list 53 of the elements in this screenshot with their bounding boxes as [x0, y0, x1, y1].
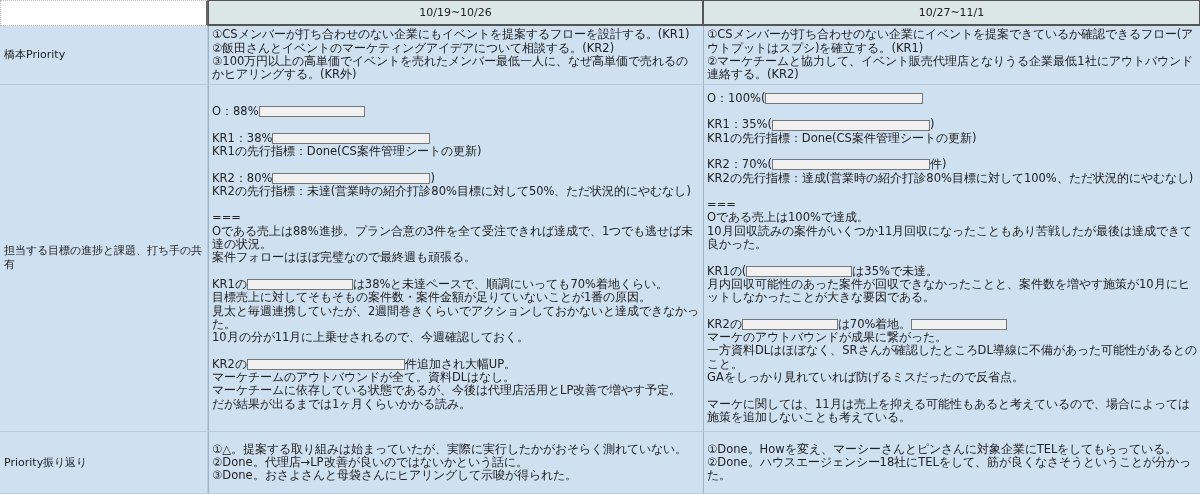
row-label: 橋本Priority: [0, 26, 208, 85]
cell-text: マーケに関しては、11月は売上を抑える可能性もあると考えているので、場合によっては施策を追加しないことも考えている。: [707, 397, 1191, 425]
cell-text: ===: [707, 198, 737, 212]
cell-text: 10月の分が11月に上乗せされるので、今週確認しておく。: [212, 331, 531, 345]
cell-text: ): [929, 118, 935, 132]
cell-text: ②マーケチームと協力して、イベント販売代理店となりうる企業最低1社にアウトバウンド連絡する。(KR2): [707, 55, 1194, 82]
cell-text: マーケのアウトバウンドが成果に繋がった。: [707, 331, 948, 345]
cell-text: Oである売上は100%で達成。: [707, 211, 870, 225]
cell-text: 案件フォローはほぼ完璧なので最終週も頑張る。: [212, 251, 477, 265]
cell-text: ②飯田さんとイベントのマーケティングアイデアについて相談する。(KR2): [212, 41, 616, 55]
cell-text: は35%で未達。: [852, 264, 938, 278]
cell-text: ①CSメンバーが打ち合わせのない企業にイベントを提案できているか確認できるフロー(アウトプットはスプシ)を確立する。(KR1): [707, 28, 1195, 55]
cell-text: ①△。提案する取り組みは始まっていたが、実際に実行したかがおそらく測れていない。: [212, 442, 689, 456]
cell-text: KR2の: [707, 317, 742, 332]
column-header: 10/27~11/1: [703, 0, 1200, 26]
cell-text: KR1の先行指標：Done(CS案件管理シートの更新): [212, 144, 483, 159]
cell-text: ②Done。代理店→LP改善が良いのではないかという話に。: [212, 455, 528, 470]
cell-text: KR2の先行指標：達成(営業時の紹介打診80%目標に対して100%、ただ状況的にやむなし): [707, 171, 1195, 185]
cell-text: KR1：35%(: [707, 118, 772, 132]
cell-text: 件): [929, 158, 947, 172]
cell-text: ①Done。Howを変え、マーシーさんとピンさんに対象企業にTELをしてもらっている。: [707, 442, 1179, 456]
cell-text: ③Done。おさよさんと母袋さんにヒアリングして示唆が得られた。: [212, 469, 578, 483]
cell-text: KR1：38%: [212, 131, 273, 145]
cell-text: 月内回収可能性のあった案件が回収できなかったことと、案件数を増やす施策が10月にヒットしなかったことが大きな要因である。: [707, 277, 1191, 305]
cell-text: 件追加され大幅UP。: [404, 357, 517, 371]
cell-text: GAをしっかり見れていれば防げるミスだったので反省点。: [707, 371, 1025, 385]
cell-text: マーケチームのアウトバウンドが全て。資料DLはなし。: [212, 371, 516, 385]
cell-text: 見太と毎週連携していたが、2週間巻きくらいでアクションしておかないと達成できなかった。: [212, 304, 700, 331]
cell-text: KR2の: [212, 357, 247, 371]
cell-text: だが結果が出るまでは1ヶ月くらいかかる読み。: [212, 397, 473, 411]
cell-text: Oである売上は88%進捗。プラン合意の3件を全て受注できれば達成で、1つでも逃せば未達の状況。: [212, 224, 695, 252]
column-header: 10/19~10/26: [208, 0, 703, 26]
cell-text: ): [430, 171, 435, 185]
cell-text: KR1の: [212, 277, 247, 291]
cell-text: ①CSメンバーが打ち合わせのない企業にもイベントを提案するフローを設計する。(KR1): [212, 28, 691, 42]
row-label: 担当する目標の進捗と課題、打ち手の共有: [0, 85, 208, 432]
cell-text: マーケチームに依存している状態であるが、今後は代理店活用とLP改善で増やす予定。: [212, 384, 683, 398]
cell-text: 一方資料DLはほぼなく、SRさんが確認したところDL導線に不備があった可能性があるとのこと。: [707, 344, 1197, 371]
cell-text: O：88%: [212, 105, 259, 119]
row-label: Priority振り返り: [0, 432, 208, 494]
cell-text: 10月回収読みの案件がいくつか11月回収になったこともあり苦戦したが最後は達成できて良かった。: [707, 224, 1194, 252]
cell-text: KR2：70%(: [707, 158, 772, 172]
cell-text: ③100万円以上の高単価でイベントを売れたメンバー最低一人に、なぜ高単価で売れるのかヒアリングする。(KR外): [212, 55, 690, 82]
cell-text: KR2の先行指標：未達(営業時の紹介打診80%目標に対して50%、ただ状況的にやむなし): [212, 184, 692, 199]
cell-text: ②Done。ハウスエージェンシー18社にTELをして、筋が良くなさそうということが分かった。: [707, 455, 1192, 483]
cell-text: KR1の(: [707, 264, 747, 278]
cell-text: O：100%(: [707, 91, 766, 106]
cell-text: KR2：80%: [212, 171, 273, 185]
cell-text: は70%着地。: [837, 317, 912, 331]
cell-text: は38%と未達ペースで、順調にいっても70%着地くらい。: [352, 277, 668, 291]
cell-text: ===: [212, 211, 242, 225]
cell-text: KR1の先行指標：Done(CS案件管理シートの更新): [707, 131, 978, 145]
cell-text: 目標売上に対してそもそもの案件数・案件金額が足りていないことが1番の原因。: [212, 291, 653, 305]
